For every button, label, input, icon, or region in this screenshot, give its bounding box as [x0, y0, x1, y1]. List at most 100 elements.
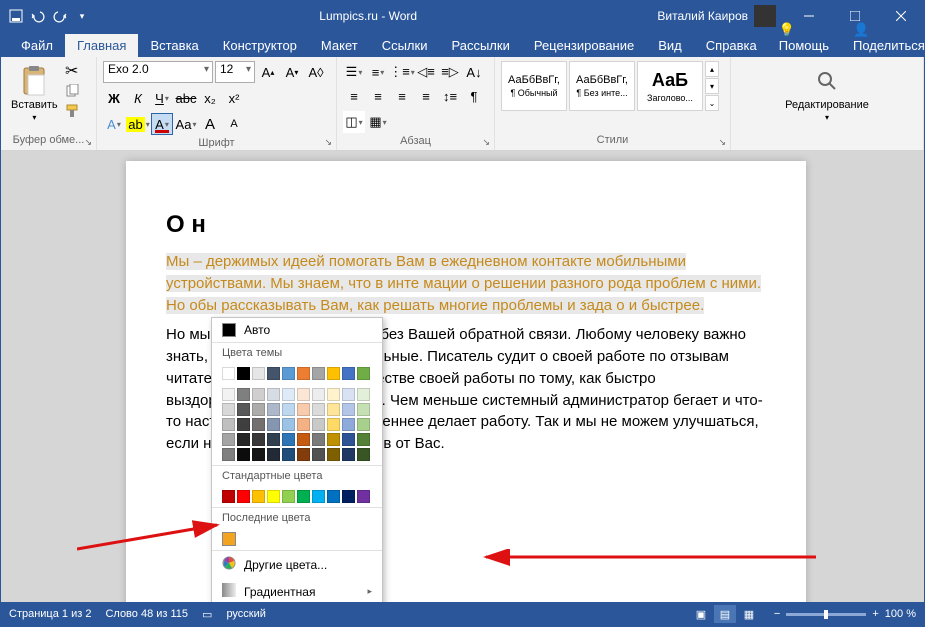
- color-swatch[interactable]: [252, 433, 265, 446]
- color-swatch[interactable]: [357, 433, 370, 446]
- line-spacing-button[interactable]: ↕≡: [439, 85, 461, 107]
- justify-button[interactable]: ≡: [415, 85, 437, 107]
- highlight-button[interactable]: ab▾: [127, 113, 149, 135]
- status-page[interactable]: Страница 1 из 2: [9, 608, 91, 620]
- color-swatch[interactable]: [342, 388, 355, 401]
- status-proofing-icon[interactable]: ▭: [202, 608, 212, 621]
- status-language[interactable]: русский: [226, 608, 265, 620]
- color-swatch[interactable]: [267, 367, 280, 380]
- color-swatch[interactable]: [267, 403, 280, 416]
- view-print-icon[interactable]: ▤: [714, 605, 736, 623]
- color-swatch[interactable]: [327, 403, 340, 416]
- change-case-button[interactable]: Aa▾: [175, 113, 197, 135]
- color-swatch[interactable]: [267, 418, 280, 431]
- color-swatch[interactable]: [357, 367, 370, 380]
- color-swatch[interactable]: [357, 388, 370, 401]
- color-swatch[interactable]: [342, 448, 355, 461]
- align-right-button[interactable]: ≡: [391, 85, 413, 107]
- color-swatch[interactable]: [222, 490, 235, 503]
- style-normal[interactable]: АаБбВвГг,¶ Обычный: [501, 61, 567, 111]
- color-swatch[interactable]: [327, 490, 340, 503]
- color-swatch[interactable]: [237, 433, 250, 446]
- view-read-icon[interactable]: ▣: [690, 605, 712, 623]
- color-swatch[interactable]: [267, 448, 280, 461]
- color-swatch[interactable]: [342, 418, 355, 431]
- color-swatch[interactable]: [327, 448, 340, 461]
- format-painter-icon[interactable]: [64, 103, 80, 119]
- styles-down-icon[interactable]: ▾: [705, 78, 719, 94]
- font-size-combo[interactable]: 12: [215, 61, 255, 83]
- color-swatch[interactable]: [327, 388, 340, 401]
- zoom-level[interactable]: 100 %: [885, 608, 916, 620]
- color-swatch[interactable]: [297, 490, 310, 503]
- font-color-button[interactable]: A▾: [151, 113, 173, 135]
- color-swatch[interactable]: [342, 367, 355, 380]
- grow-font2-icon[interactable]: A: [199, 113, 221, 135]
- color-swatch[interactable]: [327, 367, 340, 380]
- doc-heading[interactable]: О н: [166, 211, 766, 239]
- color-swatch[interactable]: [357, 490, 370, 503]
- color-swatch[interactable]: [342, 433, 355, 446]
- color-swatch[interactable]: [282, 403, 295, 416]
- color-swatch[interactable]: [327, 433, 340, 446]
- color-swatch[interactable]: [312, 418, 325, 431]
- color-swatch[interactable]: [222, 433, 235, 446]
- clear-format-icon[interactable]: A◊: [305, 61, 327, 83]
- color-swatch[interactable]: [312, 433, 325, 446]
- qat-more-icon[interactable]: ▾: [75, 9, 89, 23]
- doc-paragraph-1[interactable]: Мы – держимых идеей помогать Вам в ежедн…: [166, 251, 766, 316]
- color-swatch[interactable]: [282, 490, 295, 503]
- color-swatch[interactable]: [237, 388, 250, 401]
- color-swatch[interactable]: [282, 418, 295, 431]
- autosave-icon[interactable]: [9, 9, 23, 23]
- copy-icon[interactable]: [64, 83, 80, 99]
- color-swatch[interactable]: [282, 433, 295, 446]
- decrease-indent-button[interactable]: ◁≡: [415, 61, 437, 83]
- tab-help[interactable]: Справка: [694, 34, 769, 57]
- color-swatch[interactable]: [357, 448, 370, 461]
- cut-icon[interactable]: ✂: [64, 63, 80, 79]
- color-swatch[interactable]: [237, 367, 250, 380]
- styles-up-icon[interactable]: ▴: [705, 61, 719, 77]
- color-swatch[interactable]: [282, 388, 295, 401]
- color-swatch[interactable]: [342, 403, 355, 416]
- font-launcher-icon[interactable]: ↘: [324, 137, 332, 148]
- zoom-in-button[interactable]: +: [872, 608, 878, 620]
- color-swatch[interactable]: [252, 403, 265, 416]
- color-swatch[interactable]: [297, 448, 310, 461]
- color-swatch[interactable]: [222, 448, 235, 461]
- numbering-button[interactable]: ≡▾: [367, 61, 389, 83]
- color-swatch[interactable]: [297, 403, 310, 416]
- color-swatch[interactable]: [252, 367, 265, 380]
- strikethrough-button[interactable]: abc: [175, 87, 197, 109]
- grow-font-icon[interactable]: A▴: [257, 61, 279, 83]
- shading-button[interactable]: ◫▾: [343, 111, 365, 133]
- color-swatch[interactable]: [357, 403, 370, 416]
- tab-mailings[interactable]: Рассылки: [439, 34, 521, 57]
- bullets-button[interactable]: ☰▾: [343, 61, 365, 83]
- underline-button[interactable]: Ч▾: [151, 87, 173, 109]
- show-marks-button[interactable]: ¶: [463, 85, 485, 107]
- redo-icon[interactable]: [53, 9, 67, 23]
- color-swatch[interactable]: [297, 433, 310, 446]
- sort-button[interactable]: A↓: [463, 61, 485, 83]
- multilevel-button[interactable]: ⋮≡▾: [391, 61, 413, 83]
- bold-button[interactable]: Ж: [103, 87, 125, 109]
- paste-button[interactable]: Вставить ▾: [7, 61, 62, 126]
- color-swatch[interactable]: [312, 490, 325, 503]
- tab-design[interactable]: Конструктор: [211, 34, 309, 57]
- color-swatch[interactable]: [222, 403, 235, 416]
- color-swatch[interactable]: [267, 433, 280, 446]
- clipboard-launcher-icon[interactable]: ↘: [84, 137, 92, 148]
- tab-references[interactable]: Ссылки: [370, 34, 440, 57]
- color-swatch[interactable]: [267, 490, 280, 503]
- zoom-out-button[interactable]: −: [774, 608, 780, 620]
- color-swatch[interactable]: [237, 448, 250, 461]
- color-swatch[interactable]: [312, 388, 325, 401]
- more-colors[interactable]: Другие цвета...: [212, 550, 382, 578]
- user-name[interactable]: Виталий Каиров: [657, 9, 748, 23]
- tab-review[interactable]: Рецензирование: [522, 34, 646, 57]
- subscript-button[interactable]: x₂: [199, 87, 221, 109]
- tab-insert[interactable]: Вставка: [138, 34, 210, 57]
- borders-button[interactable]: ▦▾: [367, 111, 389, 133]
